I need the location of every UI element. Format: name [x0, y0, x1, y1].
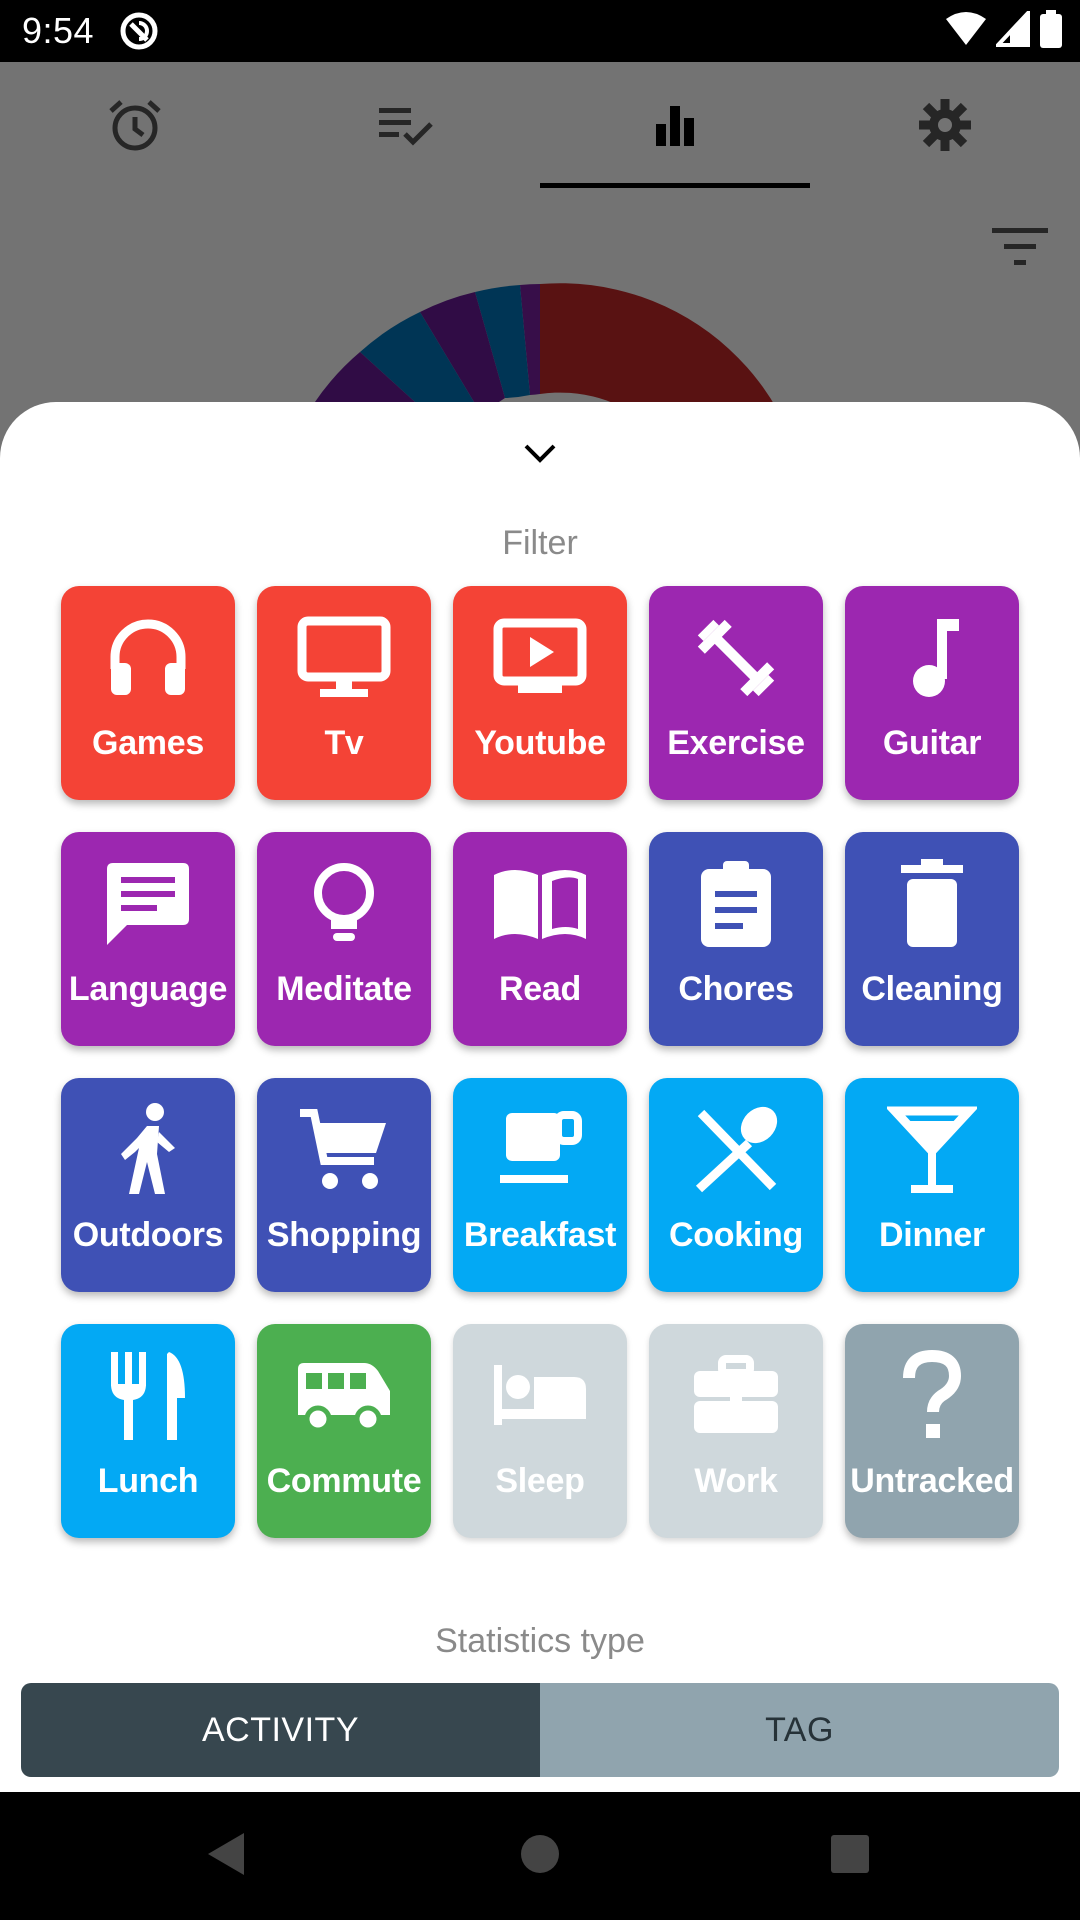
tag-toggle-button[interactable]: TAG — [540, 1683, 1059, 1777]
fork-knife-icon — [61, 1348, 235, 1444]
bus-icon — [257, 1348, 431, 1444]
activity-tile-label: Commute — [266, 1462, 422, 1500]
activity-tile-label: Sleep — [495, 1462, 585, 1500]
activity-tile-cooking[interactable]: Cooking — [649, 1078, 823, 1292]
activity-tile-label: Guitar — [882, 724, 982, 762]
chat-bubble-icon — [61, 856, 235, 952]
activity-tile-guitar[interactable]: Guitar — [845, 586, 1019, 800]
open-book-icon — [453, 856, 627, 952]
briefcase-icon — [649, 1348, 823, 1444]
activity-toggle-button[interactable]: ACTIVITY — [21, 1683, 540, 1777]
statistics-type-title: Statistics type — [435, 1622, 645, 1660]
monitor-icon — [257, 610, 431, 706]
activity-tile-label: Shopping — [266, 1216, 422, 1254]
activity-tile-label: Read — [499, 970, 581, 1008]
lightbulb-icon — [257, 856, 431, 952]
activity-tile-breakfast[interactable]: Breakfast — [453, 1078, 627, 1292]
recents-button[interactable] — [820, 1826, 880, 1886]
wifi-icon — [946, 11, 986, 52]
activity-tile-youtube[interactable]: Youtube — [453, 586, 627, 800]
chevron-down-icon — [522, 441, 558, 470]
activity-tile-dinner[interactable]: Dinner — [845, 1078, 1019, 1292]
status-time: 9:54 — [22, 10, 95, 51]
home-button[interactable] — [510, 1826, 570, 1886]
system-navigation-bar — [0, 1792, 1080, 1920]
statistics-type-toggle: ACTIVITY TAG — [21, 1683, 1059, 1777]
status-bar: 9:54 — [0, 0, 1080, 62]
activity-tile-read[interactable]: Read — [453, 832, 627, 1046]
activity-tile-commute[interactable]: Commute — [257, 1324, 431, 1538]
app-notification-icon — [118, 10, 160, 52]
home-circle-icon — [520, 1834, 560, 1879]
activity-grid: Games Tv Youtube Exercise Guitar Language Medi… — [61, 586, 1021, 1546]
activity-tile-label: Exercise — [667, 724, 805, 762]
battery-icon — [1040, 10, 1062, 53]
activity-tile-label: Language — [68, 970, 228, 1008]
activity-tile-outdoors[interactable]: Outdoors — [61, 1078, 235, 1292]
activity-tile-label: Games — [92, 724, 204, 762]
activity-tile-chores[interactable]: Chores — [649, 832, 823, 1046]
activity-tile-exercise[interactable]: Exercise — [649, 586, 823, 800]
activity-tile-tv[interactable]: Tv — [257, 586, 431, 800]
filter-title: Filter — [502, 524, 578, 562]
activity-tile-label: Cleaning — [861, 970, 1003, 1008]
music-note-icon — [845, 610, 1019, 706]
activity-tile-label: Dinner — [879, 1216, 985, 1254]
shopping-cart-icon — [257, 1102, 431, 1198]
video-play-icon — [453, 610, 627, 706]
recents-square-icon — [830, 1834, 870, 1879]
activity-tile-meditate[interactable]: Meditate — [257, 832, 431, 1046]
bed-icon — [453, 1348, 627, 1444]
cocktail-glass-icon — [845, 1102, 1019, 1198]
back-button[interactable] — [196, 1826, 256, 1886]
activity-tile-work[interactable]: Work — [649, 1324, 823, 1538]
activity-tile-label: Outdoors — [72, 1216, 224, 1254]
filter-bottom-sheet: Filter Games Tv Youtube Exercise Guitar Langu… — [0, 402, 1080, 1792]
activity-tile-label: Lunch — [97, 1462, 199, 1500]
activity-tile-shopping[interactable]: Shopping — [257, 1078, 431, 1292]
activity-tile-label: Breakfast — [463, 1216, 617, 1254]
activity-tile-label: Tv — [324, 724, 364, 762]
headphones-icon — [61, 610, 235, 706]
question-mark-icon — [845, 1348, 1019, 1444]
activity-tile-sleep[interactable]: Sleep — [453, 1324, 627, 1538]
coffee-cup-icon — [453, 1102, 627, 1198]
cellular-signal-icon — [993, 7, 1030, 52]
utensils-cross-icon — [649, 1102, 823, 1198]
activity-tile-games[interactable]: Games — [61, 586, 235, 800]
clipboard-icon — [649, 856, 823, 952]
collapse-sheet-button[interactable] — [510, 430, 570, 480]
walking-person-icon — [61, 1102, 235, 1198]
activity-tile-label: Untracked — [850, 1462, 1014, 1500]
activity-tile-lunch[interactable]: Lunch — [61, 1324, 235, 1538]
activity-tile-untracked[interactable]: Untracked — [845, 1324, 1019, 1538]
back-triangle-icon — [204, 1831, 248, 1882]
activity-tile-label: Meditate — [276, 970, 412, 1008]
activity-tile-language[interactable]: Language — [61, 832, 235, 1046]
activity-tile-cleaning[interactable]: Cleaning — [845, 832, 1019, 1046]
activity-tile-label: Chores — [678, 970, 794, 1008]
activity-tile-label: Work — [694, 1462, 778, 1500]
activity-tile-label: Youtube — [474, 724, 606, 762]
activity-tile-label: Cooking — [669, 1216, 803, 1254]
dumbbell-icon — [649, 610, 823, 706]
trash-bin-icon — [845, 856, 1019, 952]
